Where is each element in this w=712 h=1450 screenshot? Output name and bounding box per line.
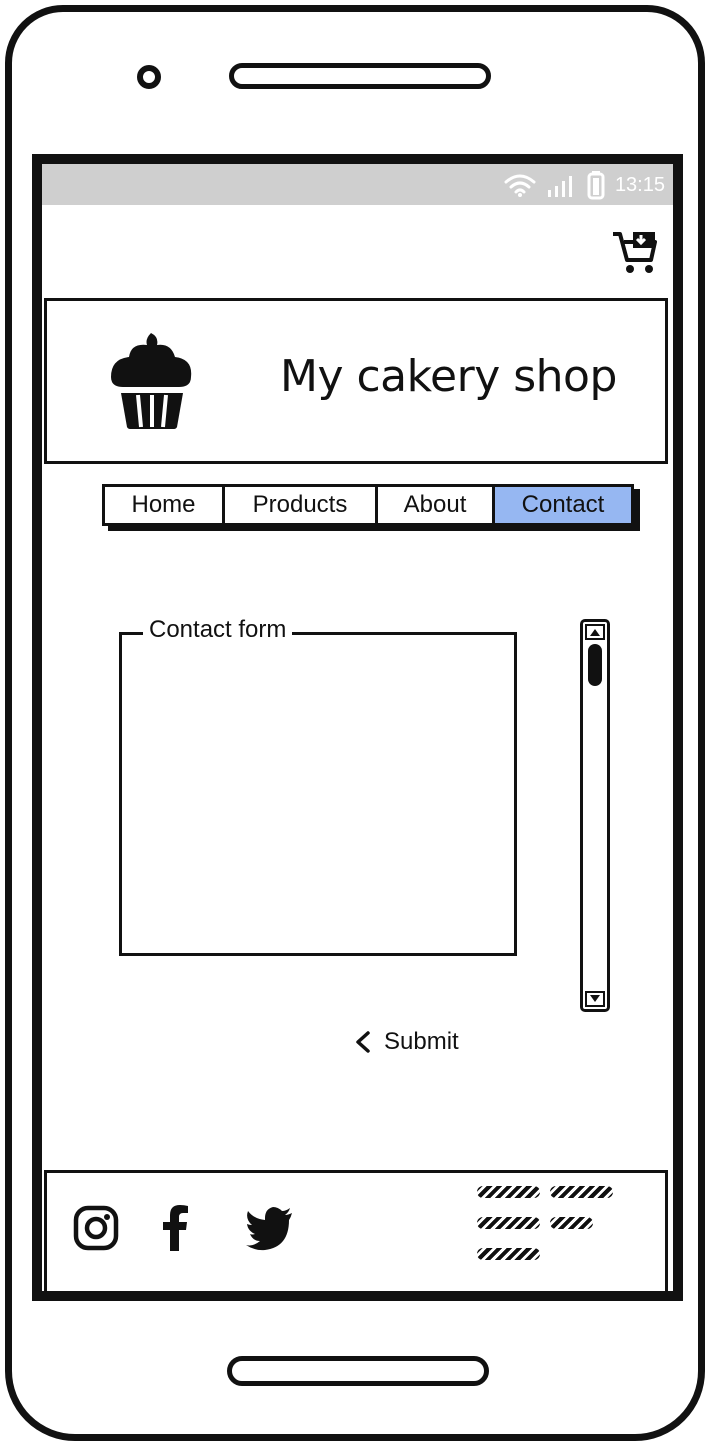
brand-title: My cakery shop	[280, 351, 617, 402]
status-time: 13:15	[614, 173, 665, 196]
submit-label: Submit	[384, 1028, 459, 1055]
status-bar: 13:15	[42, 164, 673, 205]
footer	[44, 1170, 668, 1291]
footer-text-line-2b	[550, 1217, 593, 1229]
contact-form-legend: Contact form	[143, 616, 293, 644]
main-nav: Home Products About Contact	[102, 484, 634, 526]
footer-text-line-1a	[477, 1186, 540, 1198]
cart-download-icon[interactable]	[611, 230, 659, 276]
status-icons: 13:15	[503, 171, 665, 200]
cupcake-icon	[111, 333, 192, 429]
battery-icon	[587, 171, 605, 200]
footer-text-line-2a	[477, 1217, 540, 1229]
nav-products[interactable]: Products	[225, 487, 378, 523]
wifi-icon	[504, 174, 536, 197]
submit-button[interactable]: Submit	[354, 1028, 459, 1056]
header-banner: My cakery shop	[44, 298, 668, 464]
scroll-thumb[interactable]	[588, 644, 602, 686]
contact-form-box[interactable]	[119, 632, 517, 956]
home-button[interactable]	[227, 1356, 489, 1386]
scroll-up-arrow-icon[interactable]	[585, 624, 605, 640]
twitter-icon[interactable]	[245, 1203, 295, 1253]
facebook-icon[interactable]	[150, 1203, 200, 1253]
footer-text-line-3a	[477, 1248, 540, 1260]
nav-about[interactable]: About	[378, 487, 495, 523]
vertical-scrollbar[interactable]	[580, 619, 610, 1012]
instagram-icon[interactable]	[71, 1203, 121, 1253]
nav-home[interactable]: Home	[105, 487, 225, 523]
nav-contact[interactable]: Contact	[495, 487, 631, 523]
speaker-grille	[229, 63, 491, 89]
signal-icon	[547, 176, 572, 197]
footer-text-line-1b	[550, 1186, 613, 1198]
scroll-down-arrow-icon[interactable]	[585, 991, 605, 1007]
chevron-left-icon	[356, 1031, 370, 1053]
camera-icon	[137, 65, 161, 89]
phone-screen: 13:15 My cakery shop Home Products About…	[32, 154, 683, 1301]
